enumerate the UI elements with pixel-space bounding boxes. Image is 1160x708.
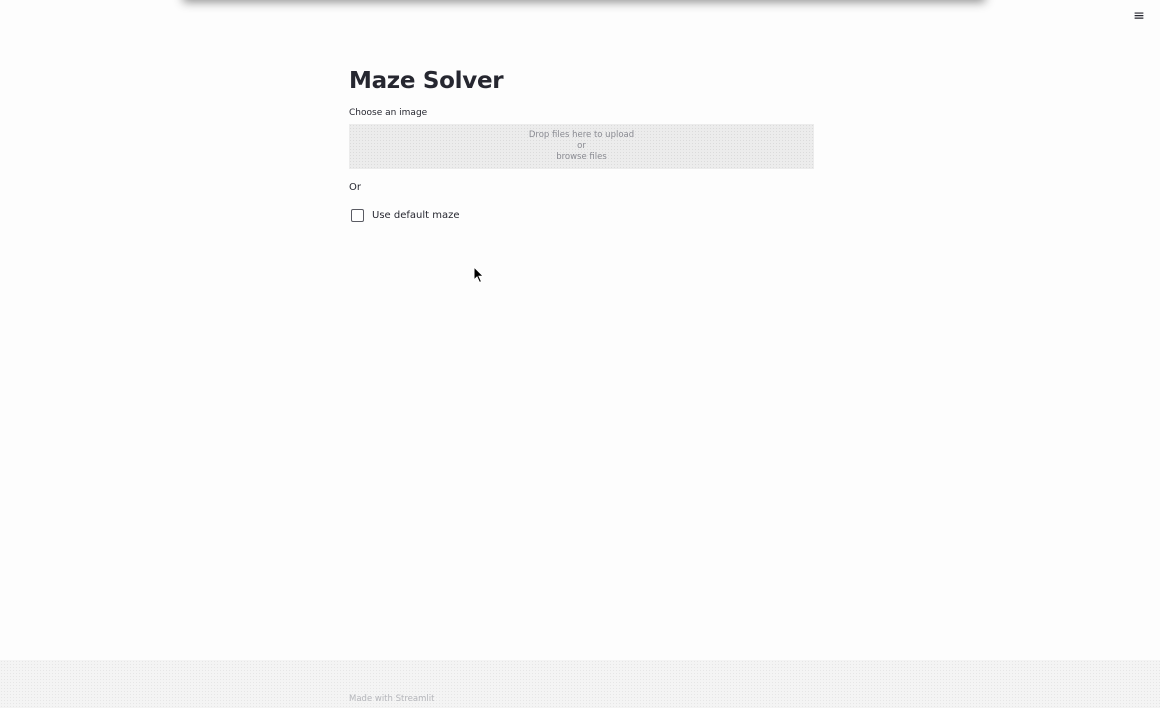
file-dropzone[interactable]: Drop files here to upload or browse file… bbox=[349, 124, 814, 169]
checkbox-box[interactable] bbox=[351, 209, 364, 222]
checkbox-label: Use default maze bbox=[372, 209, 460, 221]
hamburger-menu-icon[interactable]: ≡ bbox=[1132, 7, 1146, 25]
use-default-maze-checkbox[interactable]: Use default maze bbox=[349, 209, 814, 222]
browse-files-link[interactable]: browse files bbox=[556, 152, 607, 163]
dropzone-instructions: Drop files here to upload bbox=[528, 130, 635, 140]
footer-area bbox=[0, 660, 1160, 708]
or-separator-text: Or bbox=[349, 182, 361, 193]
dropzone-or-text: or bbox=[577, 141, 586, 151]
mouse-pointer-icon bbox=[473, 266, 485, 284]
page-title: Maze Solver bbox=[349, 68, 504, 94]
file-uploader-label: Choose an image bbox=[349, 108, 428, 118]
main-content: Maze Solver Choose an image Drop files h… bbox=[349, 64, 814, 222]
footer-credit: Made with Streamlit bbox=[349, 694, 435, 704]
app-page: ≡ Maze Solver Choose an image Drop files… bbox=[0, 0, 1160, 708]
